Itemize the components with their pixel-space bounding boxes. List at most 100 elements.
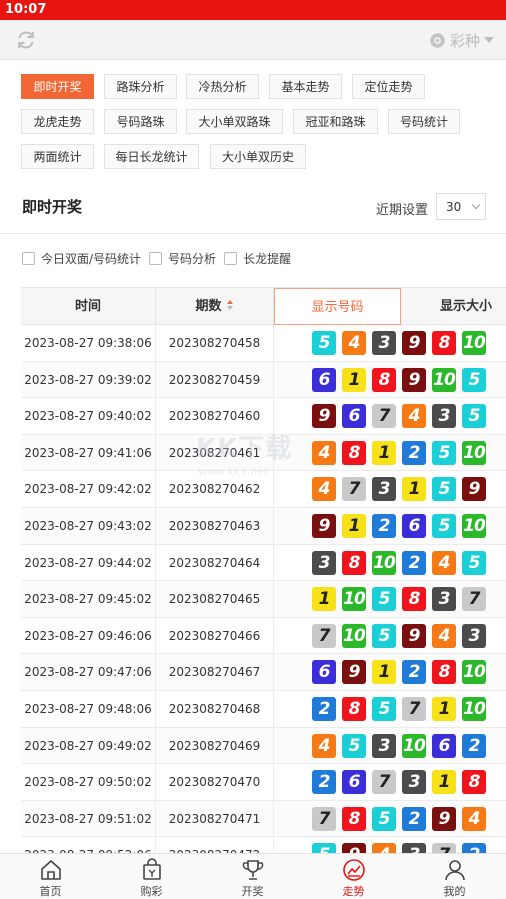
number-ball: 1	[402, 477, 426, 502]
number-ball: 2	[312, 770, 336, 795]
lottery-type-select[interactable]: 彩种	[429, 28, 494, 52]
chevron-down-icon	[484, 37, 494, 43]
period-value: 30	[446, 199, 462, 214]
table-row: 2023-08-27 09:47:06 202308270467 6 9 1 2 8 10	[21, 654, 506, 691]
sort-icon[interactable]	[226, 300, 234, 311]
tab-basic-trend[interactable]: 基本走势	[269, 74, 342, 99]
user-icon	[444, 860, 465, 881]
nav-label: 首页	[39, 885, 62, 898]
nav-draw[interactable]: 开奖	[202, 854, 303, 899]
checkbox-streak-alert[interactable]: 长龙提醒	[224, 250, 291, 267]
nav-mine[interactable]: 我的	[404, 854, 505, 899]
column-header-issue[interactable]: 期数	[156, 288, 274, 325]
checkbox-box[interactable]	[224, 252, 238, 265]
number-ball: 7	[342, 477, 366, 502]
column-header-show-numbers[interactable]: 显示号码	[274, 288, 401, 325]
tab-daily-streak-stats[interactable]: 每日长龙统计	[104, 144, 199, 169]
number-ball: 2	[462, 733, 486, 758]
number-ball: 4	[462, 806, 486, 831]
draw-time: 2023-08-27 09:49:02	[21, 727, 156, 764]
number-ball: 4	[312, 440, 336, 465]
draw-numbers: 6 9 1 2 8 10	[274, 654, 506, 690]
draw-issue: 202308270463	[156, 508, 274, 544]
tab-number-stats[interactable]: 号码统计	[388, 109, 460, 134]
number-ball: 3	[372, 477, 396, 502]
table-row: 2023-08-27 09:42:02 202308270462 4 7 3 1 5 9	[21, 471, 506, 508]
number-ball: 6	[432, 733, 456, 758]
draw-issue: 202308270462	[156, 471, 274, 508]
status-bar: 10:07	[0, 0, 506, 20]
number-ball: 8	[432, 331, 456, 355]
draw-time: 2023-08-27 09:52:06	[21, 837, 156, 853]
draw-numbers: 2 8 5 7 1 10	[274, 691, 506, 727]
number-ball: 9	[402, 331, 426, 355]
draw-time: 2023-08-27 09:51:02	[21, 800, 156, 837]
checkbox-box[interactable]	[22, 252, 35, 265]
tab-top2-sum-bead[interactable]: 冠亚和路珠	[293, 109, 378, 134]
number-ball: 10	[342, 587, 366, 612]
draw-issue: 202308270472	[156, 837, 274, 853]
table-row: 2023-08-27 09:50:02 202308270470 2 6 7 3 1 8	[21, 764, 506, 801]
nav-home[interactable]: 首页	[0, 854, 101, 899]
number-ball: 3	[432, 587, 456, 612]
number-ball: 6	[342, 770, 366, 795]
gear-icon	[430, 32, 445, 48]
number-ball: 6	[342, 404, 366, 429]
number-ball: 4	[432, 550, 456, 575]
divider	[0, 233, 506, 234]
tab-bead-analysis[interactable]: 路珠分析	[104, 74, 177, 99]
number-ball: 2	[402, 660, 426, 685]
table-row: 2023-08-27 09:45:02 202308270465 1 10 5 8 3 7	[21, 581, 506, 618]
number-ball: 4	[372, 843, 396, 853]
table-row: 2023-08-27 09:43:02 202308270463 9 1 2 6 5 10	[21, 508, 506, 545]
tab-size-parity-bead[interactable]: 大小单双路珠	[186, 109, 283, 134]
bottom-nav: 首页 购彩 开奖 走势 我的	[0, 853, 506, 899]
number-ball: 5	[312, 331, 336, 355]
number-ball: 9	[462, 477, 486, 502]
nav-buy[interactable]: 购彩	[101, 854, 202, 899]
nav-trend[interactable]: 走势	[303, 854, 404, 899]
number-ball: 7	[312, 623, 336, 648]
table-row: 2023-08-27 09:39:02 202308270459 6 1 8 9 10 5	[21, 361, 506, 399]
refresh-icon[interactable]	[14, 28, 38, 52]
table-row: 2023-08-27 09:52:06202308270472594372	[21, 837, 506, 853]
tab-dragon-tiger[interactable]: 龙虎走势	[21, 109, 94, 134]
draw-time: 2023-08-27 09:39:02	[21, 361, 156, 398]
number-ball: 5	[432, 477, 456, 502]
tab-two-side-stats[interactable]: 两面统计	[21, 144, 94, 169]
draw-numbers: 6 1 8 9 10 5	[274, 362, 506, 398]
number-ball: 5	[432, 514, 456, 538]
checkbox-box[interactable]	[149, 252, 163, 265]
number-ball: 9	[312, 514, 336, 538]
tab-number-bead[interactable]: 号码路珠	[104, 109, 177, 134]
number-ball: 1	[432, 697, 456, 721]
tab-hot-cold[interactable]: 冷热分析	[186, 74, 259, 99]
checkbox-number-analysis[interactable]: 号码分析	[149, 250, 216, 267]
number-ball: 9	[312, 404, 336, 429]
column-header-show-size[interactable]: 显示大小	[401, 288, 506, 325]
table-row: 2023-08-27 09:38:06 202308270458 5 4 3 9 8 10	[21, 325, 506, 362]
number-ball: 3	[312, 550, 336, 575]
number-ball: 8	[462, 770, 486, 795]
options-checkboxes: 今日双面/号码统计 号码分析 长龙提醒	[22, 250, 299, 267]
number-ball: 8	[402, 587, 426, 612]
number-ball: 8	[342, 550, 366, 575]
table-row: 2023-08-27 09:46:06 202308270466 7 10 5 9 4 3	[21, 617, 506, 655]
tab-position-trend[interactable]: 定位走势	[352, 74, 425, 99]
number-ball: 10	[342, 623, 366, 648]
checkbox-today-stats[interactable]: 今日双面/号码统计	[22, 250, 141, 267]
chevron-down-icon	[471, 200, 481, 210]
status-time: 10:07	[5, 2, 47, 17]
number-ball: 4	[342, 331, 366, 355]
number-ball: 1	[312, 587, 336, 612]
number-ball: 9	[402, 367, 426, 392]
checkbox-label: 号码分析	[168, 252, 217, 266]
nav-label: 购彩	[140, 885, 163, 898]
period-select[interactable]: 30	[436, 193, 486, 220]
table-row: 2023-08-27 09:44:02 202308270464 3 8 10 2 4 5	[21, 544, 506, 582]
nav-label: 走势	[342, 885, 365, 898]
results-table: 时间 期数 显示号码 显示大小 2023-08-27 09:38:06 20230…	[21, 287, 506, 853]
tab-size-parity-history[interactable]: 大小单双历史	[210, 144, 306, 169]
number-ball: 8	[432, 660, 456, 685]
tab-instant-draw[interactable]: 即时开奖	[21, 74, 94, 99]
